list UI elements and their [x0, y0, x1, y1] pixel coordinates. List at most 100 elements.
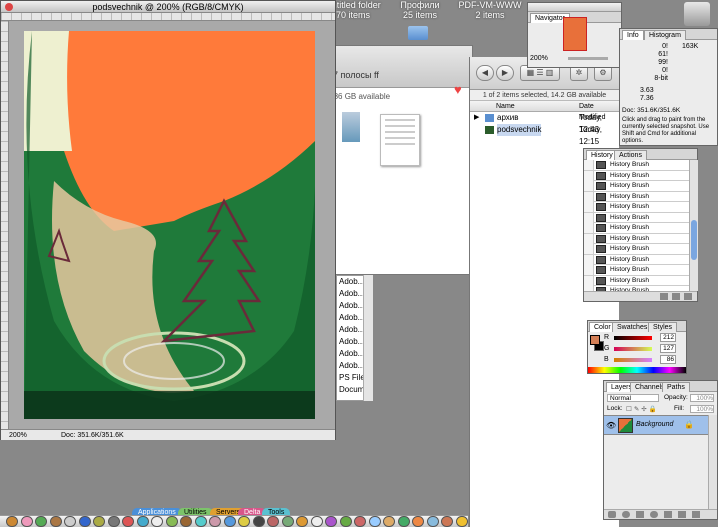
eye-icon[interactable]: 👁	[606, 421, 616, 430]
dock-app-icon[interactable]	[180, 516, 192, 527]
dock-app-icon[interactable]	[325, 516, 337, 527]
folder-icon[interactable]	[664, 511, 672, 518]
trash-icon[interactable]	[684, 293, 692, 300]
link-icon[interactable]	[608, 511, 616, 518]
dock-app-icon[interactable]	[339, 516, 352, 527]
document-titlebar[interactable]: podsvechnik @ 200% (RGB/8/CMYK)	[1, 1, 335, 13]
history-checkbox[interactable]	[584, 254, 594, 265]
navigator-zoom[interactable]: 200%	[530, 55, 548, 62]
history-item[interactable]: History Brush	[584, 265, 689, 276]
dock-app-icon[interactable]	[209, 516, 221, 527]
history-item[interactable]: History Brush	[584, 160, 689, 171]
scrollbar[interactable]	[689, 160, 698, 291]
dock-app-icon[interactable]	[296, 516, 308, 527]
history-item[interactable]: History Brush	[584, 275, 689, 286]
history-checkbox[interactable]	[584, 170, 594, 181]
dock-app-icon[interactable]	[93, 516, 105, 527]
navigator-thumbnail[interactable]	[563, 17, 587, 51]
dock-app-icon[interactable]	[223, 516, 236, 527]
blend-mode-select[interactable]: Normal	[607, 394, 659, 402]
desktop-folder-profili[interactable]: Профили 25 items	[385, 0, 455, 20]
table-row[interactable]: podsvechnik Today, 12:15	[470, 124, 619, 146]
dock-app-icon[interactable]	[252, 516, 265, 527]
dock-app-icon[interactable]	[194, 516, 207, 527]
opacity-input[interactable]: 100%	[690, 394, 714, 402]
dock-app-icon[interactable]	[165, 516, 178, 527]
dock-app-icon[interactable]	[238, 516, 250, 527]
adjustment-layer-icon[interactable]	[650, 511, 658, 518]
dock-app-icon[interactable]	[136, 516, 149, 527]
snapshot-icon[interactable]	[660, 293, 668, 300]
dock-app-icon[interactable]	[368, 516, 381, 527]
history-checkbox[interactable]	[584, 265, 594, 275]
history-item[interactable]: History Brush	[584, 223, 689, 234]
new-document-icon[interactable]	[672, 293, 680, 300]
dock-app-icon[interactable]	[281, 516, 294, 527]
folder-icon[interactable]	[342, 112, 360, 142]
horizontal-ruler[interactable]	[1, 13, 335, 21]
tab-paths[interactable]: Paths	[662, 382, 690, 392]
tab-info[interactable]: Info	[622, 30, 644, 40]
dock-app-icon[interactable]	[122, 516, 134, 527]
hard-drive-icon[interactable]	[684, 2, 710, 26]
history-item[interactable]: History Brush	[584, 212, 689, 223]
dock-app-icon[interactable]	[151, 516, 163, 527]
heart-icon[interactable]: ♥	[454, 82, 468, 97]
foreground-color-swatch[interactable]	[590, 335, 600, 345]
dock-app-icon[interactable]	[310, 516, 323, 527]
new-layer-icon[interactable]	[678, 511, 686, 518]
dock-app-icon[interactable]	[455, 516, 468, 527]
history-item[interactable]: History Brush	[584, 244, 689, 255]
history-checkbox[interactable]	[584, 191, 594, 202]
dock-app-icon[interactable]	[412, 516, 424, 527]
dock-app-icon[interactable]	[354, 516, 366, 527]
candlestick-photo[interactable]	[24, 31, 315, 419]
doc-size[interactable]: Doc: 351.6K/351.6K	[61, 430, 124, 441]
history-item[interactable]: History Brush	[584, 233, 689, 244]
dock-app-icon[interactable]	[107, 516, 120, 527]
slider-value[interactable]: 127	[660, 344, 676, 353]
canvas-area[interactable]	[9, 21, 335, 429]
scrollbar[interactable]	[708, 415, 717, 509]
scrollbar[interactable]	[363, 275, 373, 401]
column-name-header[interactable]: Name	[496, 101, 515, 112]
slider-track[interactable]	[614, 336, 652, 340]
slider-value[interactable]: 212	[660, 333, 676, 342]
vertical-ruler[interactable]	[1, 21, 9, 429]
dock-app-icon[interactable]	[441, 516, 453, 527]
desktop-folder-pdf[interactable]: PDF-VM-WWW 2 items	[455, 0, 525, 20]
layer-style-icon[interactable]	[622, 511, 630, 518]
slider-track[interactable]	[614, 347, 652, 351]
tab-swatches[interactable]: Swatches	[612, 322, 653, 332]
document-preview-icon[interactable]	[380, 114, 420, 166]
dock-app-icon[interactable]	[78, 516, 91, 527]
lock-icons[interactable]: ☐✎✢🔒	[626, 405, 660, 413]
history-checkbox[interactable]	[584, 202, 594, 212]
dock-app-icon[interactable]	[35, 516, 47, 527]
dock-app-icon[interactable]	[397, 516, 410, 527]
tab-history[interactable]: History	[586, 150, 618, 160]
zoom-level[interactable]: 200%	[9, 430, 27, 441]
history-item[interactable]: History Brush	[584, 254, 689, 265]
history-checkbox[interactable]	[584, 233, 594, 244]
tab-styles[interactable]: Styles	[648, 322, 678, 332]
dock-app-icon[interactable]	[267, 516, 279, 527]
history-checkbox[interactable]	[584, 181, 594, 191]
back-button[interactable]: ◀	[476, 65, 494, 81]
history-checkbox[interactable]	[584, 223, 594, 233]
mask-icon[interactable]	[636, 511, 644, 518]
zoom-slider[interactable]	[568, 57, 608, 60]
dock-app-icon[interactable]	[64, 516, 76, 527]
history-item[interactable]: History Brush	[584, 191, 689, 202]
history-item[interactable]: History Brush	[584, 170, 689, 181]
history-checkbox[interactable]	[584, 160, 594, 170]
color-spectrum-bar[interactable]	[588, 367, 686, 373]
dock-app-icon[interactable]	[6, 516, 18, 527]
tab-actions[interactable]: Actions	[614, 150, 647, 160]
tab-histogram[interactable]: Histogram	[644, 30, 686, 40]
fill-input[interactable]: 100%	[690, 405, 714, 413]
palette-titlebar[interactable]	[528, 3, 621, 12]
dock-app-icon[interactable]	[426, 516, 439, 527]
slider-track[interactable]	[614, 358, 652, 362]
dock-app-icon[interactable]	[49, 516, 62, 527]
